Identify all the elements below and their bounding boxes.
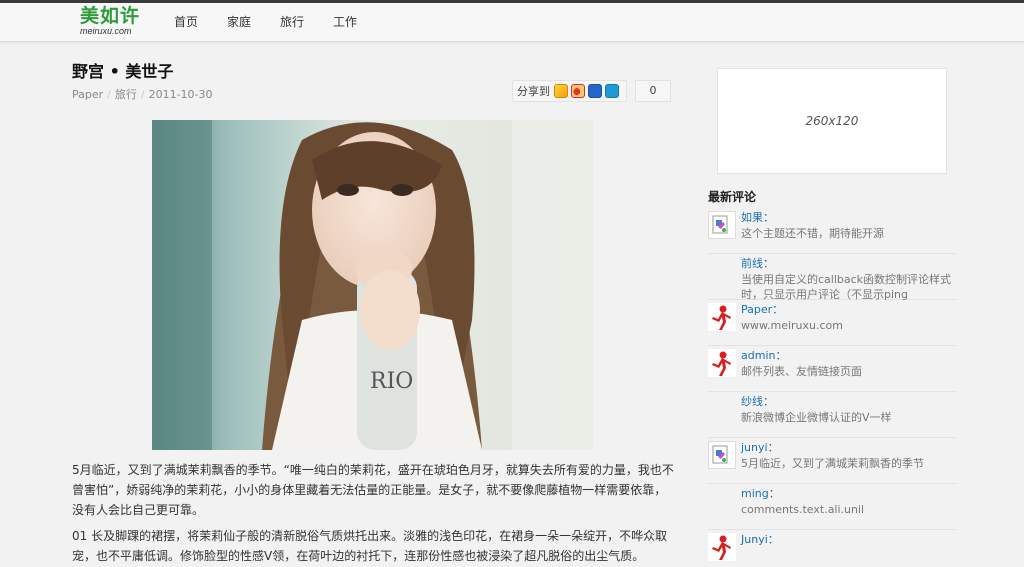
comment-author[interactable]: Junyi： <box>741 532 956 547</box>
logo-domain: meiruxu.com <box>80 26 132 36</box>
girl-with-bottle-image: RIO <box>152 120 593 450</box>
comment-item[interactable]: 前线： 当使用自定义的callback函数控制评论样式时，只显示用户评论（不显示p… <box>708 254 956 302</box>
meta-separator: / <box>107 88 111 101</box>
renren-share-icon[interactable] <box>588 84 602 98</box>
share-bar: 分享到 0 <box>512 80 672 102</box>
comment-text[interactable]: 当使用自定义的callback函数控制评论样式时，只显示用户评论（不显示ping <box>741 272 956 302</box>
comment-item[interactable]: 如果： 这个主题还不错，期待能开源 <box>708 208 956 254</box>
qzone-share-icon[interactable] <box>554 84 568 98</box>
nav-item-home[interactable]: 首页 <box>163 3 209 42</box>
meta-separator: / <box>140 88 145 101</box>
comment-item[interactable]: Paper： www.meiruxu.com <box>708 300 956 346</box>
top-navigation-bar: 美如许 meiruxu.com 首页 家庭 旅行 工作 <box>0 0 1024 42</box>
image-placeholder-icon <box>708 211 736 239</box>
comment-author[interactable]: 纱线： <box>741 394 956 409</box>
comment-author[interactable]: 前线： <box>741 256 956 271</box>
comment-author[interactable]: Paper： <box>741 302 956 317</box>
comment-item[interactable]: Junyi： <box>708 530 956 567</box>
post-content: 5月临近，又到了满城茉莉飘香的季节。“唯一纯白的茉莉花，盛开在琥珀色月牙，就算失… <box>72 460 674 567</box>
post-paragraph: 01 长及脚踝的裙摆，将茉莉仙子般的清新脱俗气质烘托出来。淡雅的浅色印花，在裙身… <box>72 529 668 563</box>
weibo-share-icon[interactable] <box>571 84 585 98</box>
comment-text[interactable]: 新浪微博企业微博认证的V一样 <box>741 410 956 425</box>
comment-text[interactable]: 5月临近，又到了满城茉莉飘香的季节 <box>741 456 956 471</box>
post-photo: RIO <box>152 120 593 450</box>
comment-author[interactable]: junyi： <box>741 440 956 455</box>
bottle-label-text: RIO <box>370 369 413 394</box>
comment-item[interactable]: admin： 邮件列表、友情链接页面 <box>708 346 956 392</box>
red-figure-icon <box>708 303 736 331</box>
comment-item[interactable]: junyi： 5月临近，又到了满城茉莉飘香的季节 <box>708 438 956 484</box>
site-logo[interactable]: 美如许 meiruxu.com <box>80 7 140 36</box>
post-paragraph: 5月临近，又到了满城茉莉飘香的季节。“唯一纯白的茉莉花，盛开在琥珀色月牙，就算失… <box>72 463 674 517</box>
post-author-link[interactable]: Paper <box>72 88 103 101</box>
post-category-link[interactable]: 旅行 <box>115 88 137 101</box>
comment-text[interactable]: www.meiruxu.com <box>741 318 956 333</box>
share-label: 分享到 <box>517 85 550 98</box>
nav-item-family[interactable]: 家庭 <box>216 3 262 42</box>
nav-item-travel[interactable]: 旅行 <box>269 3 315 42</box>
comment-author[interactable]: admin： <box>741 348 956 363</box>
nav-item-work[interactable]: 工作 <box>322 3 368 42</box>
red-figure-icon <box>708 533 736 561</box>
comment-text[interactable]: 这个主题还不错，期待能开源 <box>741 226 956 241</box>
post-date: 2011-10-30 <box>148 88 213 101</box>
comment-text[interactable]: comments.text.ali.unil <box>741 502 956 517</box>
comment-item[interactable]: ming： comments.text.ali.unil <box>708 484 956 530</box>
recent-comments-list: 如果： 这个主题还不错，期待能开源 前线： 当使用自定义的callback函数控制评论… <box>708 208 956 567</box>
comment-author[interactable]: 如果： <box>741 210 956 225</box>
logo-text: 美如许 <box>80 5 141 27</box>
ad-placeholder[interactable]: 260x120 <box>717 68 947 174</box>
comment-text[interactable]: 邮件列表、友情链接页面 <box>741 364 956 379</box>
image-placeholder-icon <box>708 441 736 469</box>
share-buttons: 分享到 <box>512 80 627 102</box>
main-nav: 首页 家庭 旅行 工作 <box>163 3 375 42</box>
post-article: 野宫 • 美世子 Paper / 旅行/2011-10-30 分享到 0 RIO… <box>72 58 674 563</box>
red-figure-icon <box>708 349 736 377</box>
comment-item[interactable]: 纱线： 新浪微博企业微博认证的V一样 <box>708 392 956 438</box>
tqq-share-icon[interactable] <box>605 84 619 98</box>
share-count: 0 <box>635 80 671 102</box>
recent-comments-title: 最新评论 <box>708 190 757 204</box>
comment-author[interactable]: ming： <box>741 486 956 501</box>
